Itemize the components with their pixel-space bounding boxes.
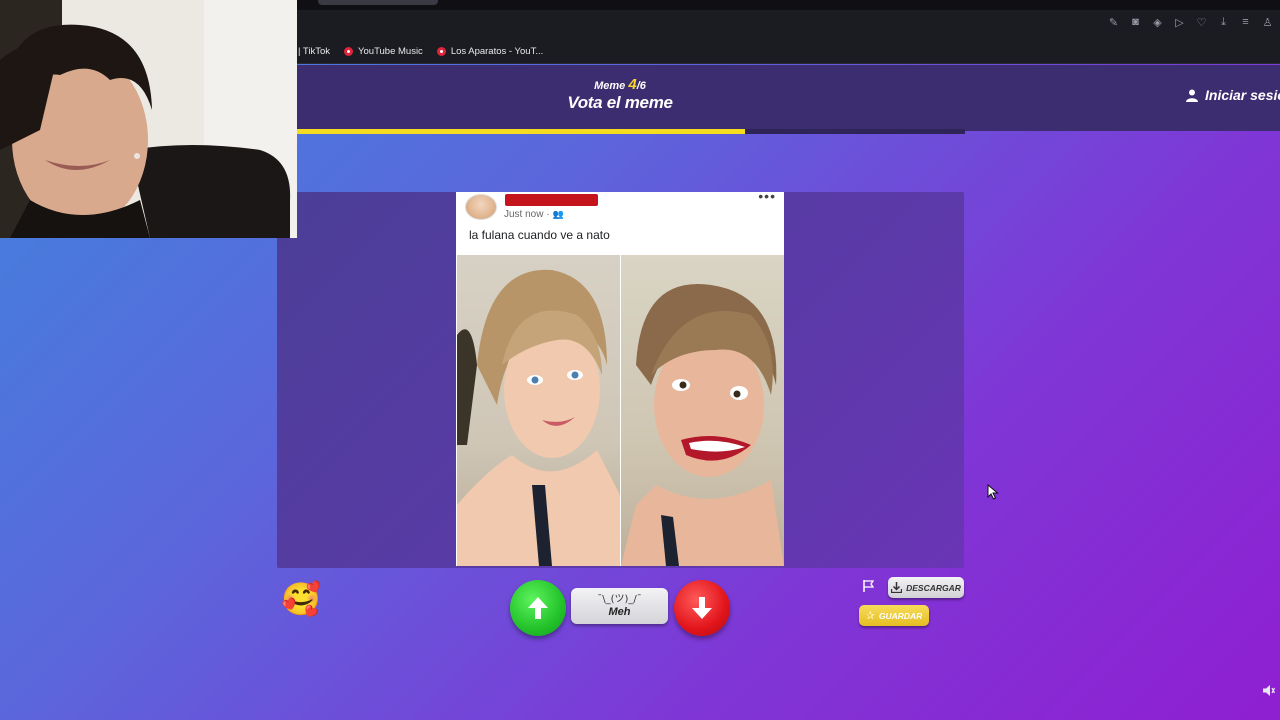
camera-icon[interactable]: ◙ bbox=[1129, 16, 1142, 29]
meme-counter-current: 4 bbox=[628, 76, 637, 93]
bookmark-youtube-music[interactable]: YouTube Music bbox=[344, 46, 423, 57]
play-icon[interactable]: ▷ bbox=[1173, 16, 1186, 29]
meme-photo-left bbox=[457, 255, 620, 566]
speaker-icon[interactable] bbox=[1262, 684, 1276, 700]
download-button[interactable]: DESCARGAR bbox=[888, 577, 964, 598]
edit-icon[interactable]: ✎ bbox=[1107, 16, 1120, 29]
bookmark-tiktok[interactable]: | TikTok bbox=[298, 46, 330, 57]
youtube-music-icon bbox=[436, 47, 446, 56]
meme-progress-bar bbox=[297, 129, 965, 134]
meme-progress-fill bbox=[297, 129, 745, 134]
login-button[interactable]: Iniciar sesión bbox=[1186, 87, 1280, 103]
shield-icon[interactable]: ◈ bbox=[1151, 16, 1164, 29]
upvote-button[interactable] bbox=[510, 580, 566, 636]
download-label: DESCARGAR bbox=[906, 582, 961, 593]
profile-icon[interactable]: ♙ bbox=[1261, 16, 1274, 29]
meme-counter-total: /6 bbox=[636, 80, 646, 92]
post-meta: Just now · 👥 bbox=[504, 209, 564, 220]
redacted-author-name bbox=[505, 194, 598, 206]
meh-label: Meh bbox=[608, 606, 631, 618]
download-icon[interactable]: ⤓ bbox=[1217, 16, 1230, 29]
arrow-down-icon bbox=[692, 597, 712, 619]
arrow-up-icon bbox=[528, 597, 548, 619]
avatar bbox=[465, 194, 497, 220]
shrug-emoticon: ¯\_(ツ)_/¯ bbox=[597, 594, 642, 605]
post-time: Just now · bbox=[504, 209, 550, 220]
bookmark-label: | TikTok bbox=[298, 46, 331, 57]
downvote-button[interactable] bbox=[674, 580, 730, 636]
user-icon bbox=[1186, 89, 1198, 102]
meme-counter-label: Meme bbox=[594, 80, 626, 92]
heart-icon[interactable]: ♡ bbox=[1195, 16, 1208, 29]
friends-icon: 👥 bbox=[552, 209, 564, 219]
mouse-cursor-icon bbox=[987, 484, 999, 500]
save-label: GUARDAR bbox=[878, 610, 923, 621]
more-options-icon[interactable]: ••• bbox=[758, 192, 776, 204]
webcam-overlay bbox=[0, 0, 297, 238]
post-caption: la fulana cuando ve a nato bbox=[469, 228, 610, 242]
emoji-reaction-button[interactable]: 🥰 bbox=[281, 580, 321, 618]
bookmark-label: YouTube Music bbox=[358, 46, 423, 57]
browser-active-tab[interactable] bbox=[318, 0, 438, 5]
bookmark-los-aparatos[interactable]: Los Aparatos - YouT... bbox=[436, 46, 544, 57]
flag-icon[interactable] bbox=[863, 580, 875, 592]
bookmark-label: Los Aparatos - YouT... bbox=[450, 46, 544, 57]
youtube-music-icon bbox=[344, 47, 354, 56]
login-label: Iniciar sesión bbox=[1205, 87, 1280, 103]
meh-button[interactable]: ¯\_(ツ)_/¯ Meh bbox=[571, 588, 668, 624]
menu-icon[interactable]: ≡ bbox=[1239, 16, 1252, 29]
star-icon: ✰ bbox=[865, 610, 875, 622]
meme-photo-right bbox=[621, 255, 784, 566]
download-icon bbox=[891, 582, 903, 593]
meme-post-card: Just now · 👥 ••• la fulana cuando ve a n… bbox=[456, 192, 784, 566]
browser-toolbar-icons: ✎ ◙ ◈ ▷ ♡ ⤓ ≡ ♙ bbox=[1107, 16, 1274, 29]
save-button[interactable]: ✰ GUARDAR bbox=[859, 605, 929, 626]
